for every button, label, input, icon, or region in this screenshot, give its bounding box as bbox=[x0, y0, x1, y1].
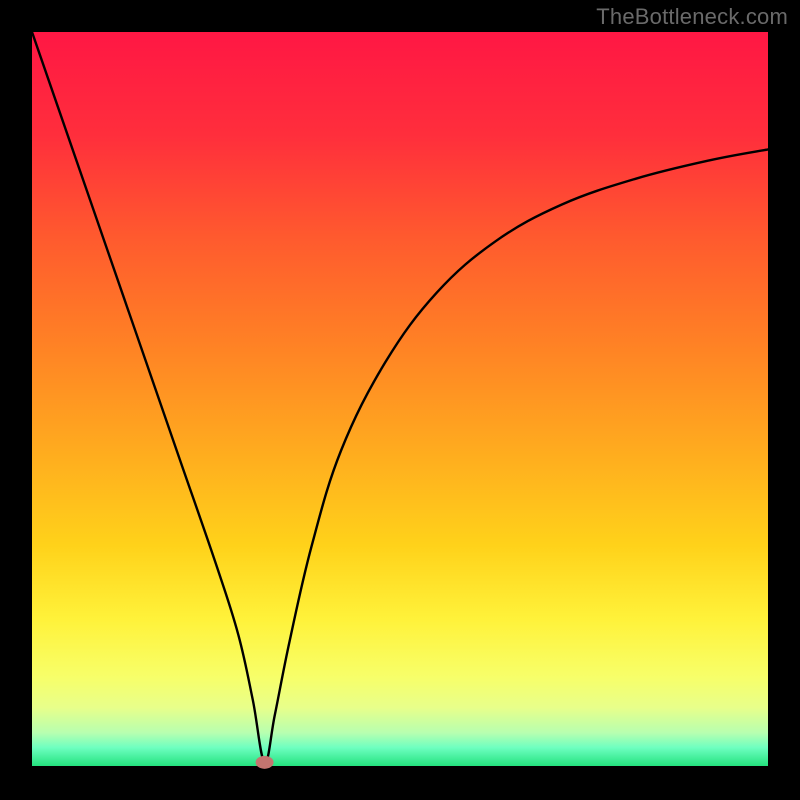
optimum-marker bbox=[256, 756, 274, 769]
bottleneck-chart bbox=[0, 0, 800, 800]
watermark-text: TheBottleneck.com bbox=[596, 4, 788, 30]
plot-background bbox=[32, 32, 768, 766]
chart-frame: TheBottleneck.com bbox=[0, 0, 800, 800]
